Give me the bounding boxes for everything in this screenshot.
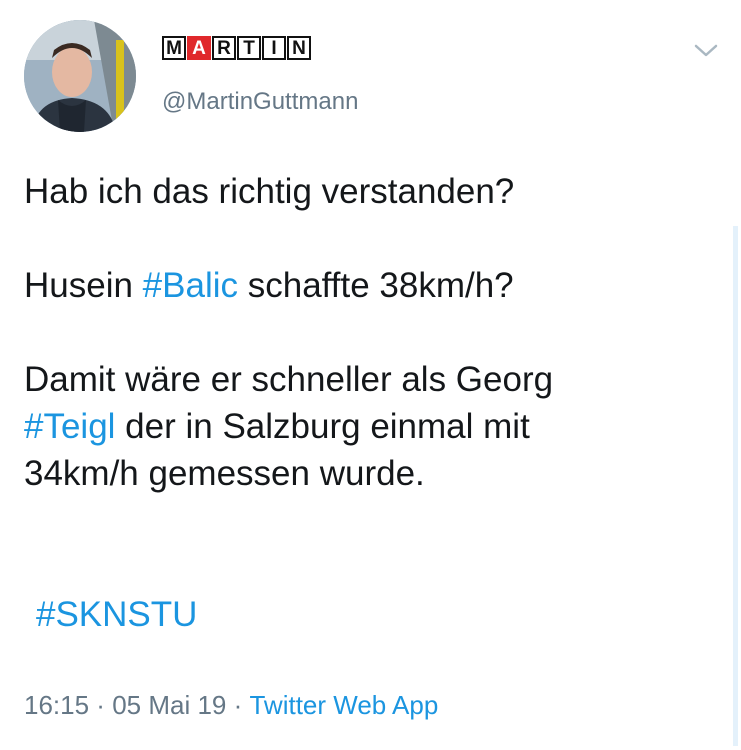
display-name[interactable]: M A R T I N [162, 36, 311, 60]
tweet-text-segment: Husein [24, 266, 143, 305]
tweet-line: Damit wäre er schneller als Georg [24, 360, 554, 399]
name-letter: M [162, 36, 186, 60]
tweet-text-segment: der in Salzburg einmal mit [115, 407, 530, 446]
tweet-text: Hab ich das richtig verstanden? Husein #… [24, 168, 724, 638]
hashtag-link[interactable]: #Balic [143, 266, 238, 305]
tweet-time[interactable]: 16:15 [24, 690, 89, 721]
chevron-down-icon[interactable] [692, 40, 720, 60]
tweet-meta: 16:15 · 05 Mai 19 · Twitter Web App [24, 690, 438, 721]
tweet-source-link[interactable]: Twitter Web App [249, 690, 438, 721]
name-letter-highlighted: A [187, 36, 211, 60]
meta-separator: · [226, 690, 250, 720]
scroll-edge [733, 226, 738, 746]
hashtag-link[interactable]: #Teigl [24, 407, 115, 446]
tweet-date[interactable]: 05 Mai 19 [112, 690, 226, 721]
avatar[interactable] [24, 20, 136, 132]
name-letter: T [237, 36, 261, 60]
tweet-text-segment: schaffte 38km/h? [238, 266, 514, 305]
user-handle[interactable]: @MartinGuttmann [162, 88, 358, 116]
meta-separator: · [89, 690, 113, 720]
tweet-line: 34km/h gemessen wurde. [24, 454, 425, 493]
name-letter: N [287, 36, 311, 60]
name-letter: R [212, 36, 236, 60]
name-letter: I [262, 36, 286, 60]
tweet-line: Hab ich das richtig verstanden? [24, 172, 515, 211]
hashtag-link[interactable]: #SKNSTU [36, 595, 197, 634]
